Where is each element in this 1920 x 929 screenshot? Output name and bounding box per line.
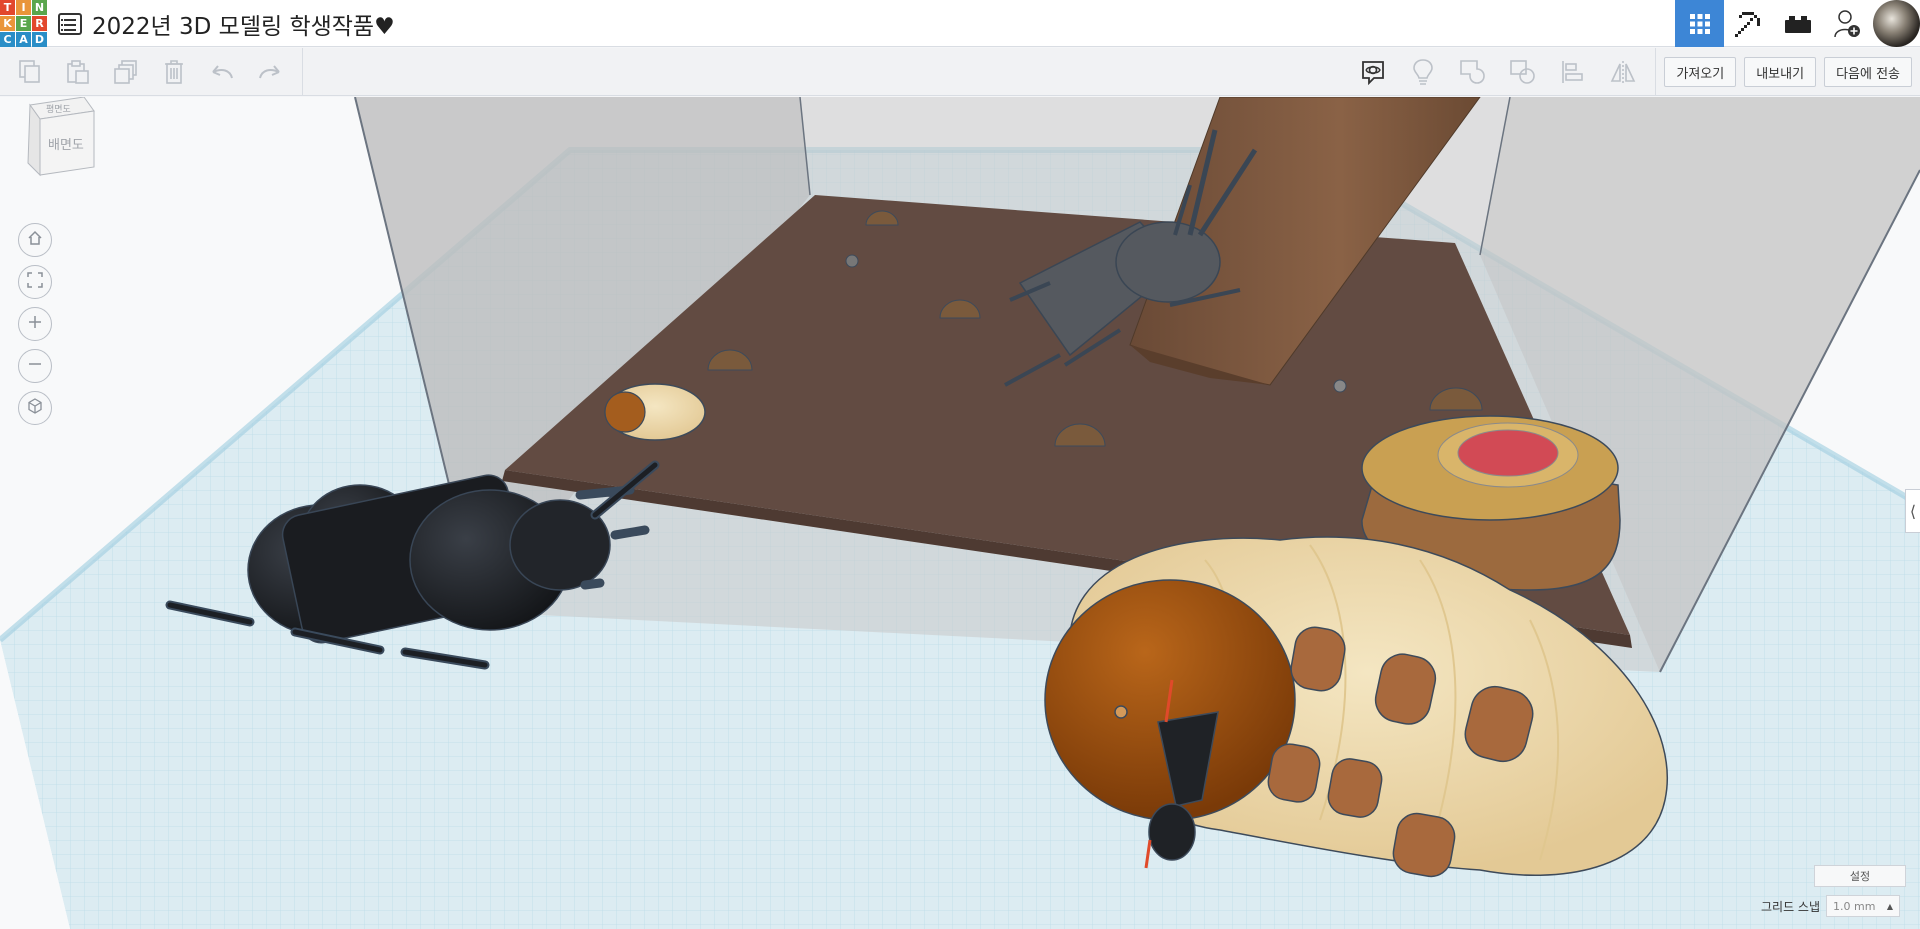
export-button[interactable]: 내보내기 bbox=[1744, 57, 1817, 87]
import-button[interactable]: 가져오기 bbox=[1664, 57, 1737, 87]
avatar[interactable] bbox=[1873, 0, 1920, 47]
light-bulb-icon[interactable] bbox=[1399, 48, 1447, 96]
3d-scene[interactable] bbox=[0, 97, 1920, 929]
orthographic-icon bbox=[27, 398, 43, 418]
workplane-settings-button[interactable]: 설정 bbox=[1814, 865, 1906, 887]
logo-letter: C bbox=[0, 32, 15, 47]
caret-up-icon: ▲ bbox=[1886, 901, 1893, 911]
zoom-out-button[interactable] bbox=[18, 349, 52, 383]
home-view-button[interactable] bbox=[18, 223, 52, 257]
logo-letter: D bbox=[32, 32, 47, 47]
logo-letter: T bbox=[0, 0, 15, 15]
zoom-in-icon bbox=[27, 314, 43, 334]
chevron-left-icon: ⟨ bbox=[1909, 501, 1917, 521]
grid-snap-value: 1.0 mm bbox=[1833, 899, 1876, 913]
delete-icon[interactable] bbox=[150, 48, 198, 96]
edit-actions bbox=[0, 48, 303, 96]
top-header: TIN KER CAD 2022년 3D 모델링 학생작품♥ bbox=[0, 0, 1920, 47]
group-icon[interactable] bbox=[1449, 48, 1497, 96]
logo-letter: I bbox=[16, 0, 31, 15]
title-area: 2022년 3D 모델링 학생작품♥ bbox=[58, 0, 395, 47]
grid-snap-label: 그리드 스냅 bbox=[1760, 899, 1820, 914]
undo-icon[interactable] bbox=[198, 48, 246, 96]
paste-icon[interactable] bbox=[54, 48, 102, 96]
view-cube[interactable]: 평면도 배면도 bbox=[22, 97, 98, 179]
mirror-icon[interactable] bbox=[1599, 48, 1647, 96]
home-icon bbox=[27, 230, 43, 250]
view-cube-front-label[interactable]: 배면도 bbox=[48, 138, 84, 153]
align-icon[interactable] bbox=[1549, 48, 1597, 96]
small-grub[interactable] bbox=[604, 383, 706, 441]
3d-design-grid-icon[interactable] bbox=[1675, 0, 1724, 47]
design-title[interactable]: 2022년 3D 모델링 학생작품♥ bbox=[92, 7, 395, 41]
fit-all-button[interactable] bbox=[18, 265, 52, 299]
duplicate-icon[interactable] bbox=[102, 48, 150, 96]
send-to-button[interactable]: 다음에 전송 bbox=[1824, 57, 1912, 87]
view-cube-top-label[interactable]: 평면도 bbox=[46, 104, 71, 115]
codeblocks-pickaxe-icon[interactable] bbox=[1724, 0, 1773, 47]
orthographic-button[interactable] bbox=[18, 391, 52, 425]
grid-snap-control: 그리드 스냅 1.0 mm ▲ bbox=[1761, 895, 1900, 917]
redo-icon[interactable] bbox=[246, 48, 294, 96]
zoom-in-button[interactable] bbox=[18, 307, 52, 341]
fit-all-icon bbox=[27, 272, 43, 292]
logo-letter: A bbox=[16, 32, 31, 47]
notes-icon[interactable] bbox=[1349, 48, 1397, 96]
logo-letter: K bbox=[0, 16, 15, 31]
ungroup-icon[interactable] bbox=[1499, 48, 1547, 96]
grid-snap-select[interactable]: 1.0 mm ▲ bbox=[1826, 895, 1900, 917]
view-actions: 가져오기 내보내기 다음에 전송 bbox=[1349, 48, 1920, 96]
copy-icon[interactable] bbox=[6, 48, 54, 96]
lego-brick-icon[interactable] bbox=[1773, 0, 1822, 47]
logo-letter: N bbox=[32, 0, 47, 15]
tinkercad-logo[interactable]: TIN KER CAD bbox=[0, 0, 47, 47]
zoom-out-icon bbox=[27, 356, 43, 376]
edit-toolbar: 가져오기 내보내기 다음에 전송 bbox=[0, 48, 1920, 96]
logo-letter: R bbox=[32, 16, 47, 31]
header-actions bbox=[1675, 0, 1920, 47]
workplane-viewport[interactable]: 평면도 배면도 ⟨ bbox=[0, 97, 1920, 929]
add-user-icon[interactable] bbox=[1822, 0, 1871, 47]
design-list-icon[interactable] bbox=[58, 12, 82, 35]
logo-letter: E bbox=[16, 16, 31, 31]
collapse-panel-button[interactable]: ⟨ bbox=[1905, 489, 1920, 533]
toolbar-divider bbox=[1655, 48, 1657, 96]
